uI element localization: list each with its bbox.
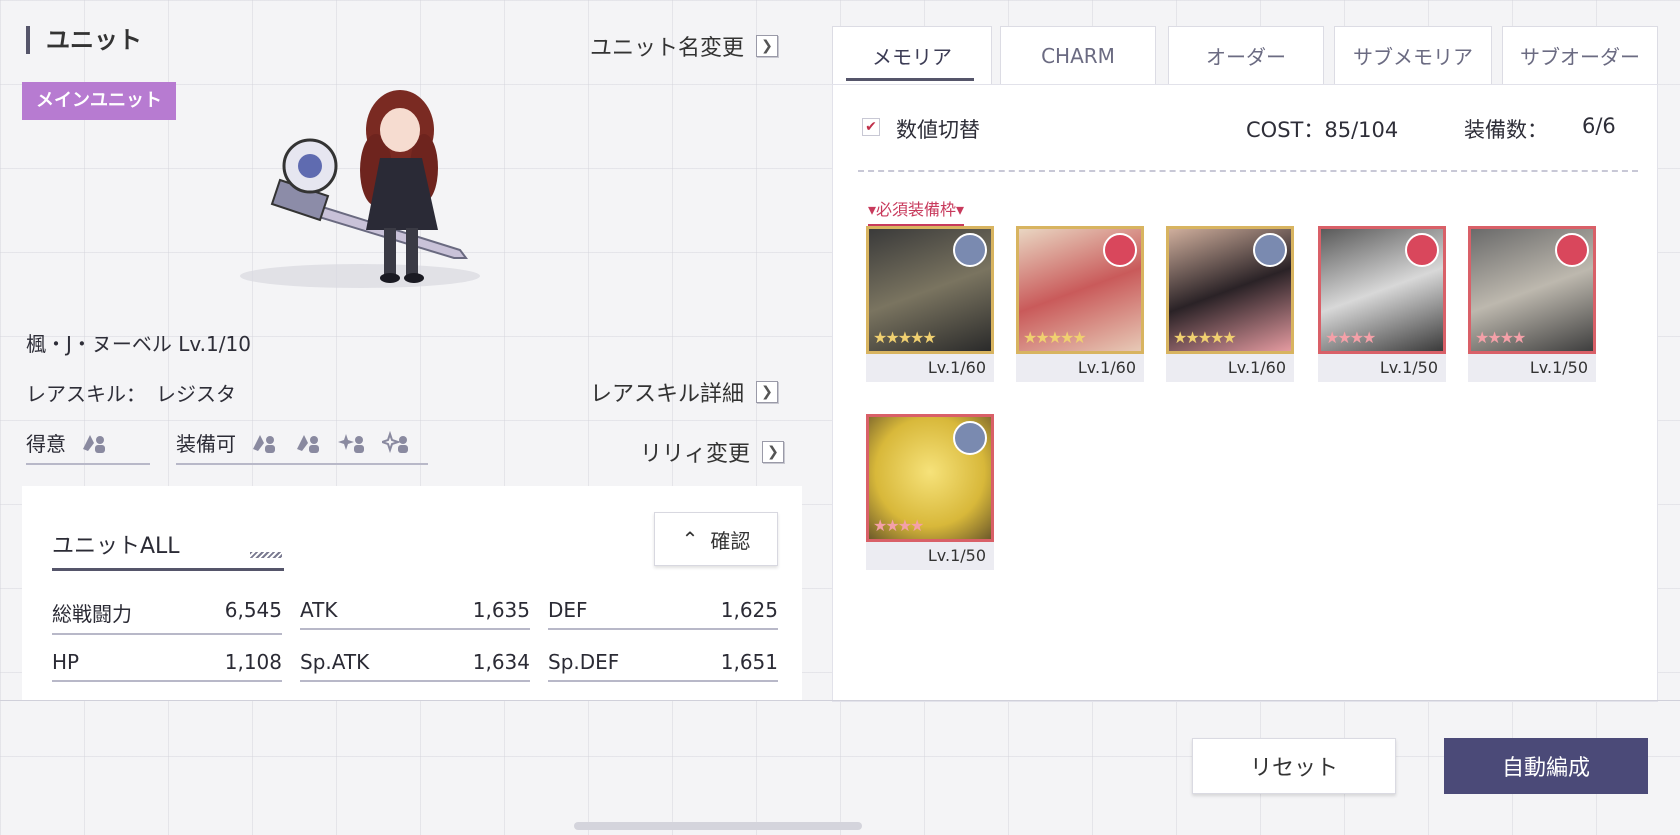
rename-unit-link[interactable]: ユニット名変更 ❯ [590,30,779,62]
stat-value: 1,625 [720,598,778,622]
attack-role-icon [253,434,275,453]
memoria-card[interactable]: ★★★★ Lv.1/50 [866,414,994,570]
stat-label: Sp.DEF [548,650,620,674]
rarity-stars: ★★★★★ [1173,328,1237,347]
section-title: ユニット [26,26,142,54]
chevron-right-icon: ❯ [756,35,779,57]
character-figure [210,80,510,300]
card-level: Lv.1/60 [1016,354,1144,382]
footer-divider [0,700,1680,701]
stat-label: 総戦闘力 [52,602,132,626]
reset-button[interactable]: リセット [1192,738,1396,794]
card-frame: ★★★★★ [1016,226,1144,354]
attack-role-icon [953,421,987,455]
rare-skill-value: レジスタ [156,382,236,406]
stat-total-power: 総戦闘力 6,545 [52,598,282,635]
main-unit-badge: メインユニット [22,82,176,120]
title-decoration [250,552,282,558]
stat-sp-atk: Sp.ATK 1,634 [300,650,530,682]
rename-unit-label: ユニット名変更 [590,36,745,61]
specialty-box: 得意 [26,428,150,465]
chevron-right-icon: ❯ [762,441,785,463]
interference-role-icon [382,430,408,453]
memoria-card[interactable]: ★★★★ Lv.1/50 [1318,226,1446,382]
support-role-icon [1253,233,1287,267]
lily-change-link[interactable]: リリィ変更 ❯ [640,436,785,468]
card-frame: ★★★★★ [866,226,994,354]
stat-label: HP [52,650,80,674]
tab-memoria[interactable]: メモリア [832,26,992,84]
required-slot-tag: ▾必須装備枠▾ [868,196,965,226]
card-level: Lv.1/50 [1318,354,1446,382]
support-role-icon [338,433,364,453]
stats-title: ユニットALL [52,528,284,571]
chevron-up-icon: ⌃ [681,527,699,551]
rarity-stars: ★★★★ [1325,328,1376,347]
rarity-stars: ★★★★★ [1023,328,1087,347]
attack-role-icon [1103,233,1137,267]
confirm-label: 確認 [710,528,751,553]
stat-label: ATK [300,598,338,622]
active-tab-indicator [846,78,974,81]
memoria-card[interactable]: ★★★★★ Lv.1/60 [866,226,994,382]
equip-count-value: 6/6 [1582,114,1616,138]
specialty-label: 得意 [26,432,66,456]
support-role-icon [953,233,987,267]
card-level: Lv.1/60 [1166,354,1294,382]
cost-label: COST：85/104 [1246,118,1399,142]
tab-charm[interactable]: CHARM [1000,26,1156,84]
rarity-stars: ★★★★★ [873,328,937,347]
equipment-panel [832,84,1658,702]
dual-role-icon [83,434,105,453]
required-slot-label: 必須装備枠 [876,200,957,219]
attack-role-icon [1555,233,1589,267]
equip-count-label: 装備数： [1464,118,1548,142]
card-frame: ★★★★ [1468,226,1596,354]
stat-value: 6,545 [224,598,282,622]
stat-value: 1,635 [472,598,530,622]
value-toggle-label: 数値切替 [896,118,980,142]
equippable-label: 装備可 [176,432,236,456]
card-level: Lv.1/50 [866,542,994,570]
stat-value: 1,634 [472,650,530,674]
stat-sp-def: Sp.DEF 1,651 [548,650,778,682]
tab-order[interactable]: オーダー [1168,26,1324,84]
stat-atk: ATK 1,635 [300,598,530,630]
divider [858,170,1638,172]
stat-def: DEF 1,625 [548,598,778,630]
card-frame: ★★★★ [866,414,994,542]
scroll-handle[interactable] [574,822,862,830]
auto-compose-button[interactable]: 自動編成 [1444,738,1648,794]
sp-support-role-icon [1405,233,1439,267]
caret-down-icon: ▾ [956,200,965,219]
rare-skill-detail-label: レアスキル詳細 [590,382,745,407]
unit-name-level: 楓・J・ヌーベル Lv.1/10 [26,332,251,356]
confirm-button[interactable]: ⌃ 確認 [654,512,778,566]
tab-sub-memoria[interactable]: サブメモリア [1334,26,1492,84]
rarity-stars: ★★★★ [1475,328,1526,347]
caret-down-icon: ▾ [868,200,877,219]
tab-sub-order[interactable]: サブオーダー [1502,26,1658,84]
value-toggle-checkbox[interactable]: ✔ [862,118,880,136]
card-frame: ★★★★ [1318,226,1446,354]
stat-hp: HP 1,108 [52,650,282,682]
stat-value: 1,651 [720,650,778,674]
sp-attack-role-icon [297,434,319,453]
chevron-right-icon: ❯ [756,381,779,403]
rare-skill-detail-link[interactable]: レアスキル詳細 ❯ [590,376,779,408]
card-level: Lv.1/50 [1468,354,1596,382]
rare-skill-row: レアスキル： レジスタ [26,378,236,407]
memoria-card[interactable]: ★★★★★ Lv.1/60 [1016,226,1144,382]
card-level: Lv.1/60 [866,354,994,382]
memoria-card[interactable]: ★★★★ Lv.1/50 [1468,226,1596,382]
lily-change-label: リリィ変更 [640,442,751,467]
stat-label: DEF [548,598,588,622]
memoria-card[interactable]: ★★★★★ Lv.1/60 [1166,226,1294,382]
equippable-box: 装備可 [176,428,428,465]
rarity-stars: ★★★★ [873,516,924,535]
rare-skill-label: レアスキル： [26,382,146,406]
stat-label: Sp.ATK [300,650,370,674]
stat-value: 1,108 [224,650,282,674]
card-frame: ★★★★★ [1166,226,1294,354]
